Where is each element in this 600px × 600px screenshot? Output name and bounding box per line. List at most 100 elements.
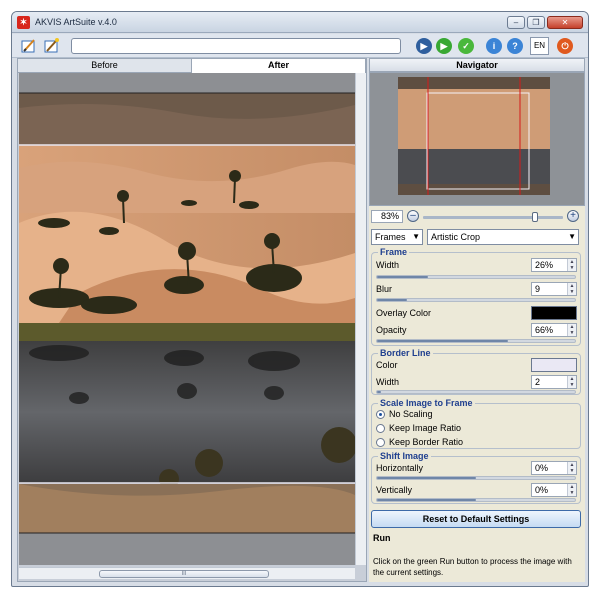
border-color-label: Color (376, 360, 398, 370)
run-hint-title: Run (373, 533, 391, 543)
spin-arrows-icon[interactable]: ▲ ▼ (567, 462, 576, 474)
run-hint-text: Click on the green Run button to process… (373, 557, 572, 577)
play-icon[interactable]: ▶ (416, 38, 432, 54)
frame-width-field[interactable]: 26% ▲ ▼ (531, 258, 577, 272)
horizontal-shift-slider[interactable] (376, 476, 576, 480)
close-button[interactable]: ✕ (547, 16, 583, 29)
slider-fill (377, 499, 476, 501)
spin-arrows-icon[interactable]: ▲ ▼ (567, 324, 576, 336)
spin-arrows-icon[interactable]: ▲ ▼ (567, 259, 576, 271)
navigator-preview[interactable] (369, 72, 585, 206)
frame-group: Frame Width 26% ▲ ▼ Blur 9 ▲ ▼ Overlay Col… (371, 247, 581, 346)
category-value: Frames (375, 232, 406, 242)
border-width-value: 2 (535, 377, 541, 387)
radio-dot-icon (376, 410, 385, 420)
radio-dot-icon (376, 424, 385, 434)
category-select[interactable]: Frames ▼ (371, 229, 423, 245)
overlay-color-label: Overlay Color (376, 308, 432, 318)
opacity-label: Opacity (376, 325, 407, 335)
info-icon[interactable]: i (486, 38, 502, 54)
help-icon[interactable]: ? (507, 38, 523, 54)
scroll-thumb[interactable]: III (99, 570, 269, 578)
slider-fill (377, 340, 508, 342)
title-bar: ✶ AKVIS ArtSuite v.4.0 – ❐ ✕ (12, 12, 588, 33)
frame-width-slider[interactable] (376, 275, 576, 279)
scale-group-title: Scale Image to Frame (378, 398, 475, 408)
horizontal-scrollbar[interactable]: III (19, 567, 355, 579)
magic-wand-icon[interactable] (43, 37, 61, 55)
akvis-logo-icon: ✶ (17, 16, 30, 29)
spin-arrows-icon[interactable]: ▲ ▼ (567, 283, 576, 295)
run-button-icon[interactable]: ▶ (436, 38, 452, 54)
border-line-group-title: Border Line (378, 348, 433, 358)
settings-panel: Navigator 83% – + Frames ▼ Artistic Crop… (369, 58, 585, 582)
maximize-button[interactable]: ❐ (527, 16, 545, 29)
radio-label: Keep Border Ratio (389, 437, 464, 447)
chevron-down-icon: ▼ (568, 232, 576, 241)
opacity-slider[interactable] (376, 339, 576, 343)
border-width-slider[interactable] (376, 390, 576, 394)
zoom-slider-thumb[interactable] (532, 212, 538, 222)
toolbar: ▶ ▶ ✓ i ? EN ⏻ (12, 34, 588, 58)
scale-group: Scale Image to Frame No Scaling Keep Ima… (371, 398, 581, 449)
slider-fill (377, 391, 381, 393)
border-width-label: Width (376, 377, 400, 387)
desert-oasis-image (19, 73, 355, 565)
tab-after[interactable]: After (192, 59, 366, 73)
image-canvas[interactable] (19, 73, 355, 565)
file-path-field[interactable] (71, 38, 401, 54)
radio-label: No Scaling (389, 409, 433, 419)
effect-value: Artistic Crop (431, 232, 481, 242)
image-view: Before After III (17, 58, 367, 582)
vertical-shift-field[interactable]: 0% ▲ ▼ (531, 483, 577, 497)
chevron-down-icon: ▼ (412, 232, 420, 241)
reset-defaults-button[interactable]: Reset to Default Settings (371, 510, 581, 528)
window-title: AKVIS ArtSuite v.4.0 (35, 17, 117, 27)
zoom-out-button[interactable]: – (407, 210, 419, 222)
blur-field[interactable]: 9 ▲ ▼ (531, 282, 577, 296)
blur-slider[interactable] (376, 298, 576, 302)
spin-arrows-icon[interactable]: ▲ ▼ (567, 484, 576, 496)
tab-before[interactable]: Before (18, 59, 192, 73)
blur-label: Blur (376, 284, 393, 294)
zoom-row: 83% – + (369, 208, 585, 225)
horizontal-shift-value: 0% (535, 463, 549, 473)
app-window: ✶ AKVIS ArtSuite v.4.0 – ❐ ✕ ▶ ▶ ✓ i ? E… (11, 11, 589, 587)
vertical-scrollbar[interactable] (355, 73, 366, 565)
frame-width-value: 26% (535, 260, 554, 270)
zoom-slider[interactable] (423, 216, 563, 219)
overlay-color-swatch[interactable] (531, 306, 577, 320)
horizontal-shift-field[interactable]: 0% ▲ ▼ (531, 461, 577, 475)
shift-group-title: Shift Image (378, 451, 431, 461)
vertical-shift-label: Vertically (376, 485, 413, 495)
navigator-title: Navigator (369, 58, 585, 72)
horizontal-shift-label: Horizontally (376, 463, 424, 473)
effect-select[interactable]: Artistic Crop ▼ (427, 229, 579, 245)
frame-group-title: Frame (378, 247, 410, 257)
zoom-in-button[interactable]: + (567, 210, 579, 222)
minimize-button[interactable]: – (507, 16, 525, 29)
vertical-shift-value: 0% (535, 485, 549, 495)
blur-value: 9 (535, 284, 541, 294)
slider-fill (377, 477, 476, 479)
view-tabs: Before After (18, 59, 366, 73)
opacity-field[interactable]: 66% ▲ ▼ (531, 323, 577, 337)
border-line-group: Border Line Color Width 2 ▲ ▼ (371, 348, 581, 395)
slider-fill (377, 299, 407, 301)
border-width-field[interactable]: 2 ▲ ▼ (531, 375, 577, 389)
apply-check-icon[interactable]: ✓ (458, 38, 474, 54)
border-color-swatch[interactable] (531, 358, 577, 372)
shift-group: Shift Image Horizontally 0% ▲ ▼ Verticall… (371, 451, 581, 504)
language-button[interactable]: EN (530, 37, 549, 55)
radio-keep-border-ratio[interactable]: Keep Border Ratio (376, 437, 464, 448)
brush-tool-icon[interactable] (20, 37, 38, 55)
zoom-value[interactable]: 83% (371, 210, 403, 223)
opacity-value: 66% (535, 325, 554, 335)
radio-label: Keep Image Ratio (389, 423, 462, 433)
spin-arrows-icon[interactable]: ▲ ▼ (567, 376, 576, 388)
power-icon[interactable]: ⏻ (557, 38, 573, 54)
radio-no-scaling[interactable]: No Scaling (376, 409, 433, 420)
vertical-shift-slider[interactable] (376, 498, 576, 502)
radio-keep-image-ratio[interactable]: Keep Image Ratio (376, 423, 462, 434)
frame-width-label: Width (376, 260, 400, 270)
